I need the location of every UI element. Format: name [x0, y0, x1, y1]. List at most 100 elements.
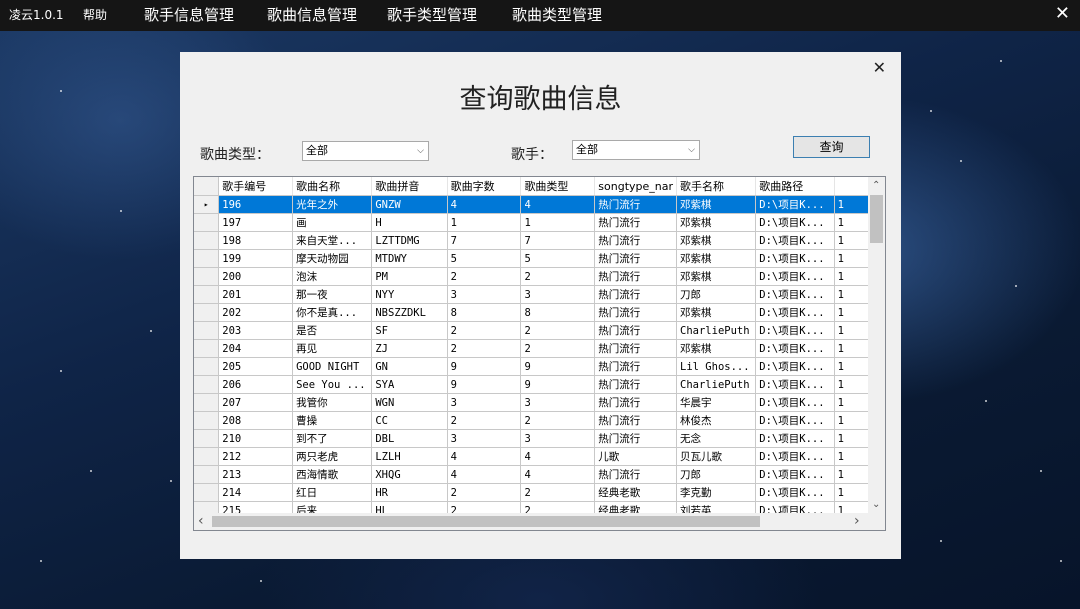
table-cell[interactable]: D:\项目K...	[755, 339, 835, 358]
row-header[interactable]	[194, 411, 220, 430]
table-cell[interactable]: 热门流行	[594, 411, 678, 430]
table-cell[interactable]: 2	[447, 483, 522, 502]
table-cell[interactable]: 邓紫棋	[676, 339, 757, 358]
table-cell[interactable]: D:\项目K...	[755, 231, 835, 250]
table-cell[interactable]: 2	[520, 411, 596, 430]
row-header[interactable]	[194, 465, 220, 484]
table-cell[interactable]: 1	[834, 195, 869, 214]
table-cell[interactable]: 214	[218, 483, 294, 502]
table-cell[interactable]: D:\项目K...	[755, 465, 835, 484]
table-cell[interactable]: NBSZZDKL	[371, 303, 448, 322]
table-cell[interactable]: 1	[834, 357, 869, 376]
table-cell[interactable]: 4	[520, 447, 596, 466]
table-cell[interactable]: 来自天堂...	[292, 231, 373, 250]
table-cell[interactable]: GN	[371, 357, 448, 376]
table-cell[interactable]: 4	[520, 465, 596, 484]
table-cell[interactable]: 1	[834, 411, 869, 430]
table-row[interactable]: 202 你不是真... NBSZZDKL 8 8 热门流行 邓紫棋 D:\项目K... 1	[194, 303, 869, 322]
table-cell[interactable]: CharliePuth	[676, 375, 757, 394]
table-cell[interactable]: 西海情歌	[292, 465, 373, 484]
table-cell[interactable]: D:\项目K...	[755, 393, 835, 412]
table-cell[interactable]: 热门流行	[594, 267, 678, 286]
table-cell[interactable]: 1	[834, 483, 869, 502]
table-cell[interactable]: D:\项目K...	[755, 375, 835, 394]
table-cell[interactable]: 2	[447, 321, 522, 340]
table-cell[interactable]: 2	[447, 267, 522, 286]
table-cell[interactable]: 4	[520, 195, 596, 214]
table-cell[interactable]: D:\项目K...	[755, 267, 835, 286]
table-cell[interactable]: D:\项目K...	[755, 429, 835, 448]
table-cell[interactable]: 1	[834, 465, 869, 484]
singer-select[interactable]: 全部 ⌵	[572, 140, 700, 160]
table-cell[interactable]: 热门流行	[594, 195, 678, 214]
table-cell[interactable]: DBL	[371, 429, 448, 448]
table-cell[interactable]: 林俊杰	[676, 411, 757, 430]
help-menu[interactable]: 帮助	[83, 0, 107, 31]
table-cell[interactable]: GNZW	[371, 195, 448, 214]
table-cell[interactable]: 210	[218, 429, 294, 448]
query-button[interactable]: 查询	[793, 136, 870, 158]
table-cell[interactable]: MTDWY	[371, 249, 448, 268]
table-cell[interactable]: CharliePuth	[676, 321, 757, 340]
table-cell[interactable]: 热门流行	[594, 321, 678, 340]
table-row[interactable]: 197 画 H 1 1 热门流行 邓紫棋 D:\项目K... 1	[194, 213, 869, 232]
table-row[interactable]: 203 是否 SF 2 2 热门流行 CharliePuth D:\项目K... 1	[194, 321, 869, 340]
table-cell[interactable]: XHQG	[371, 465, 448, 484]
table-cell[interactable]: 邓紫棋	[676, 249, 757, 268]
table-cell[interactable]: 7	[447, 231, 522, 250]
table-cell[interactable]: 邓紫棋	[676, 231, 757, 250]
dialog-close-icon[interactable]: ✕	[873, 58, 886, 77]
table-cell[interactable]: D:\项目K...	[755, 285, 835, 304]
table-cell[interactable]: D:\项目K...	[755, 447, 835, 466]
table-cell[interactable]: 华晨宇	[676, 393, 757, 412]
scroll-up-icon[interactable]: ⌃	[872, 180, 880, 192]
row-header[interactable]	[194, 375, 220, 394]
menu-song-type[interactable]: 歌曲类型管理	[512, 0, 602, 31]
row-header[interactable]	[194, 285, 220, 304]
table-cell[interactable]: See You ...	[292, 375, 373, 394]
scroll-down-icon[interactable]: ⌄	[872, 499, 880, 511]
table-cell[interactable]: 热门流行	[594, 465, 678, 484]
table-cell[interactable]: 3	[520, 393, 596, 412]
table-cell[interactable]: CC	[371, 411, 448, 430]
table-cell[interactable]: 206	[218, 375, 294, 394]
table-cell[interactable]: 3	[447, 393, 522, 412]
column-header[interactable]: 歌曲名称	[292, 177, 373, 196]
table-cell[interactable]: 8	[520, 303, 596, 322]
table-cell[interactable]: 9	[520, 375, 596, 394]
table-row[interactable]: 199 摩天动物园 MTDWY 5 5 热门流行 邓紫棋 D:\项目K... 1	[194, 249, 869, 268]
table-cell[interactable]: SF	[371, 321, 448, 340]
table-row[interactable]: 204 再见 ZJ 2 2 热门流行 邓紫棋 D:\项目K... 1	[194, 339, 869, 358]
table-cell[interactable]: 3	[447, 429, 522, 448]
row-header[interactable]	[194, 267, 220, 286]
table-cell[interactable]: 李克勤	[676, 483, 757, 502]
table-cell[interactable]: 曹操	[292, 411, 373, 430]
table-cell[interactable]: 热门流行	[594, 339, 678, 358]
column-header[interactable]	[834, 177, 869, 196]
column-header[interactable]: 歌曲路径	[755, 177, 835, 196]
table-cell[interactable]: 7	[520, 231, 596, 250]
table-cell[interactable]: 儿歌	[594, 447, 678, 466]
table-cell[interactable]: 热门流行	[594, 213, 678, 232]
table-cell[interactable]: 4	[447, 465, 522, 484]
menu-singer-type[interactable]: 歌手类型管理	[387, 0, 477, 31]
table-cell[interactable]: 2	[520, 321, 596, 340]
table-cell[interactable]: 212	[218, 447, 294, 466]
table-row[interactable]: 200 泡沫 PM 2 2 热门流行 邓紫棋 D:\项目K... 1	[194, 267, 869, 286]
table-cell[interactable]: 3	[520, 429, 596, 448]
table-cell[interactable]: 热门流行	[594, 375, 678, 394]
table-cell[interactable]: D:\项目K...	[755, 357, 835, 376]
table-cell[interactable]: 3	[520, 285, 596, 304]
table-cell[interactable]: H	[371, 213, 448, 232]
table-cell[interactable]: 198	[218, 231, 294, 250]
table-cell[interactable]: 1	[834, 339, 869, 358]
table-cell[interactable]: 1	[834, 231, 869, 250]
row-header[interactable]: ▸	[194, 195, 220, 214]
table-cell[interactable]: 1	[834, 213, 869, 232]
table-cell[interactable]: 1	[520, 213, 596, 232]
table-cell[interactable]: 9	[447, 375, 522, 394]
table-cell[interactable]: 1	[834, 285, 869, 304]
table-cell[interactable]: 光年之外	[292, 195, 373, 214]
row-header[interactable]	[194, 393, 220, 412]
table-cell[interactable]: 1	[834, 393, 869, 412]
